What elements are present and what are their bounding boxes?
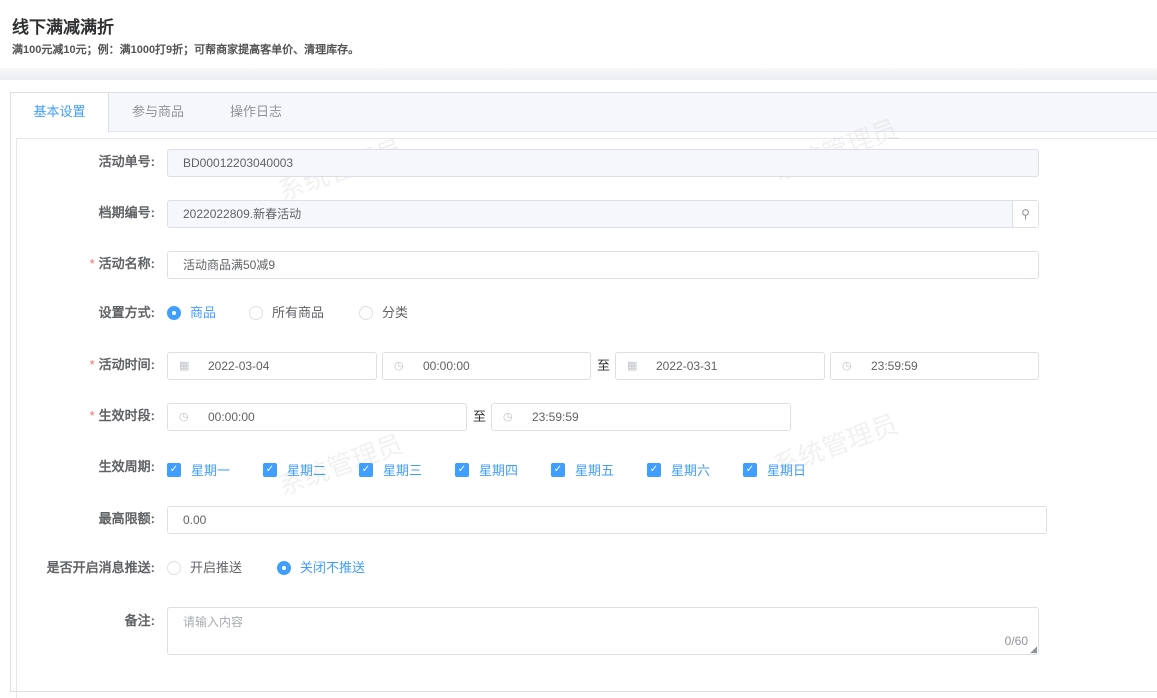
checkbox-checked-icon: ✓ bbox=[743, 462, 757, 477]
activity-name-label-text: 活动名称: bbox=[98, 256, 155, 271]
checkbox-wednesday[interactable]: ✓ 星期三 bbox=[359, 460, 422, 479]
schedule-no-value: 2022022809.新春活动 bbox=[183, 207, 302, 221]
period-end-value: 23:59:59 bbox=[532, 410, 579, 424]
remark-placeholder: 请输入内容 bbox=[183, 615, 244, 629]
remark-textarea[interactable]: 请输入内容 0/60 ◢ bbox=[167, 607, 1039, 655]
end-time-value: 23:59:59 bbox=[871, 359, 918, 373]
radio-push-on[interactable]: 开启推送 bbox=[167, 558, 242, 578]
weekdays-label: 生效周期: bbox=[98, 459, 155, 474]
checkbox-label: 星期五 bbox=[575, 463, 615, 478]
tab-basic-settings[interactable]: 基本设置 bbox=[11, 93, 109, 133]
max-limit-label: 最高限额: bbox=[98, 511, 155, 526]
checkbox-label: 星期四 bbox=[479, 463, 519, 478]
radio-category[interactable]: 分类 bbox=[359, 303, 408, 323]
resize-handle-icon[interactable]: ◢ bbox=[1030, 645, 1037, 654]
radio-label: 商品 bbox=[190, 305, 217, 320]
radio-icon bbox=[359, 306, 373, 320]
start-time-input[interactable]: ◷ 00:00:00 bbox=[382, 352, 591, 380]
activity-no-input[interactable]: BD00012203040003 bbox=[167, 149, 1039, 177]
effective-period-label: * 生效时段: bbox=[89, 408, 155, 423]
start-time-value: 00:00:00 bbox=[423, 359, 470, 373]
checkbox-checked-icon: ✓ bbox=[647, 462, 661, 477]
calendar-icon: ▦ bbox=[179, 360, 190, 372]
radio-label: 分类 bbox=[382, 305, 409, 320]
checkbox-label: 星期三 bbox=[383, 463, 423, 478]
period-start-value: 00:00:00 bbox=[208, 410, 255, 424]
checkbox-sunday[interactable]: ✓ 星期日 bbox=[743, 460, 806, 479]
page-title: 线下满减满折 bbox=[12, 18, 114, 37]
checkbox-tuesday[interactable]: ✓ 星期二 bbox=[263, 460, 326, 479]
remark-label: 备注: bbox=[124, 613, 155, 628]
activity-time-label: * 活动时间: bbox=[89, 357, 155, 372]
page-header: 线下满减满折 满100元减10元；例：满1000打9折；可帮商家提高客单价、清理… bbox=[12, 13, 359, 57]
checkbox-label: 星期一 bbox=[191, 463, 231, 478]
search-icon[interactable]: ⚲ bbox=[1012, 201, 1038, 227]
period-start-input[interactable]: ◷ 00:00:00 bbox=[167, 403, 467, 431]
checkbox-label: 星期二 bbox=[287, 463, 327, 478]
calendar-icon: ▦ bbox=[627, 360, 638, 372]
checkbox-checked-icon: ✓ bbox=[359, 462, 373, 477]
radio-push-off[interactable]: 关闭不推送 bbox=[277, 558, 365, 578]
tab-products[interactable]: 参与商品 bbox=[109, 93, 207, 131]
tab-operation-log[interactable]: 操作日志 bbox=[207, 93, 305, 131]
max-limit-input[interactable]: 0.00 bbox=[167, 506, 1047, 534]
clock-icon: ◷ bbox=[394, 360, 404, 372]
effective-period-label-text: 生效时段: bbox=[98, 408, 155, 423]
clock-icon: ◷ bbox=[842, 360, 852, 372]
activity-time-label-text: 活动时间: bbox=[98, 357, 155, 372]
checkbox-thursday[interactable]: ✓ 星期四 bbox=[455, 460, 518, 479]
checkbox-saturday[interactable]: ✓ 星期六 bbox=[647, 460, 710, 479]
end-date-value: 2022-03-31 bbox=[656, 359, 718, 373]
end-date-input[interactable]: ▦ 2022-03-31 bbox=[615, 352, 825, 380]
activity-name-label: * 活动名称: bbox=[89, 256, 155, 271]
radio-icon bbox=[249, 306, 263, 320]
range-separator: 至 bbox=[473, 409, 487, 424]
range-separator: 至 bbox=[597, 358, 611, 373]
radio-label: 所有商品 bbox=[272, 305, 325, 320]
setting-mode-label: 设置方式: bbox=[98, 305, 155, 320]
checkbox-label: 星期日 bbox=[767, 463, 807, 478]
period-end-input[interactable]: ◷ 23:59:59 bbox=[491, 403, 791, 431]
checkbox-label: 星期六 bbox=[671, 463, 711, 478]
radio-label: 关闭不推送 bbox=[300, 560, 366, 575]
activity-name-input[interactable]: 活动商品满50减9 bbox=[167, 251, 1039, 279]
checkbox-checked-icon: ✓ bbox=[167, 462, 181, 477]
tab-bar: 基本设置 参与商品 操作日志 bbox=[11, 93, 1157, 133]
start-date-value: 2022-03-04 bbox=[208, 359, 270, 373]
checkbox-monday[interactable]: ✓ 星期一 bbox=[167, 460, 230, 479]
radio-product[interactable]: 商品 bbox=[167, 303, 216, 323]
clock-icon: ◷ bbox=[179, 411, 189, 423]
activity-no-label: 活动单号: bbox=[98, 154, 155, 169]
divider-band bbox=[0, 68, 1157, 80]
clock-icon: ◷ bbox=[503, 411, 513, 423]
checkbox-checked-icon: ✓ bbox=[551, 462, 565, 477]
checkbox-checked-icon: ✓ bbox=[455, 462, 469, 477]
radio-all-products[interactable]: 所有商品 bbox=[249, 303, 324, 323]
page-subtitle: 满100元减10元；例：满1000打9折；可帮商家提高客单价、清理库存。 bbox=[12, 44, 360, 56]
end-time-input[interactable]: ◷ 23:59:59 bbox=[830, 352, 1039, 380]
push-label: 是否开启消息推送: bbox=[46, 560, 155, 575]
radio-checked-icon bbox=[277, 561, 291, 575]
start-date-input[interactable]: ▦ 2022-03-04 bbox=[167, 352, 377, 380]
schedule-no-label: 档期编号: bbox=[98, 205, 155, 220]
radio-icon bbox=[167, 561, 181, 575]
checkbox-checked-icon: ✓ bbox=[263, 462, 277, 477]
radio-label: 开启推送 bbox=[190, 560, 243, 575]
schedule-no-input[interactable]: 2022022809.新春活动 ⚲ bbox=[167, 200, 1039, 228]
remark-counter: 0/60 bbox=[1004, 634, 1028, 648]
checkbox-friday[interactable]: ✓ 星期五 bbox=[551, 460, 614, 479]
radio-checked-icon bbox=[167, 306, 181, 320]
